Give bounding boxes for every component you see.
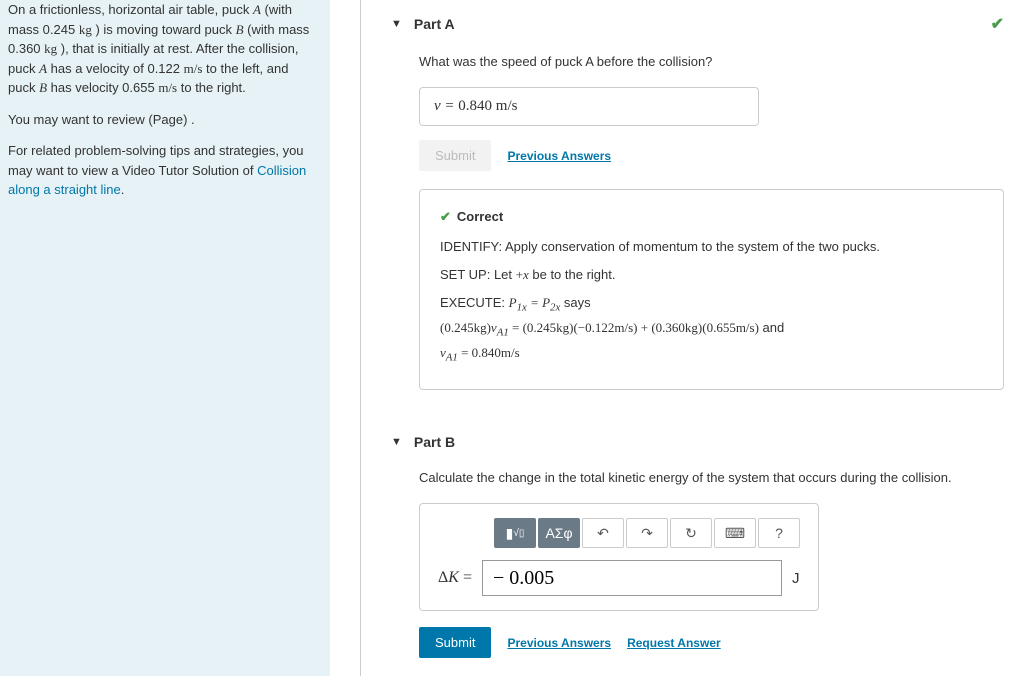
greek-button[interactable]: ΑΣφ: [538, 518, 580, 548]
part-a-answer-display: v = 0.840 m/s: [419, 87, 759, 126]
math-toolbar: ▮√▯ ΑΣφ ↶ ↷ ↻ ⌨ ?: [494, 518, 800, 548]
review-hint: You may want to review (Page) .: [8, 110, 318, 130]
check-icon: ✔: [440, 209, 451, 224]
part-a-question: What was the speed of puck A before the …: [419, 54, 1004, 69]
collapse-icon: ▼: [391, 436, 402, 448]
part-a-title: Part A: [414, 16, 991, 32]
vertical-divider: [360, 0, 361, 676]
related-hint: For related problem-solving tips and str…: [8, 141, 318, 200]
part-b-title: Part B: [414, 434, 1004, 450]
keyboard-button[interactable]: ⌨: [714, 518, 756, 548]
reset-button[interactable]: ↻: [670, 518, 712, 548]
submit-button[interactable]: Submit: [419, 627, 491, 658]
execute-text: EXECUTE: P1x = P2x says (0.245kg)vA1 = (…: [440, 292, 983, 367]
setup-text: SET UP: Let +x be to the right.: [440, 264, 983, 286]
part-b-header[interactable]: ▼ Part B: [391, 420, 1004, 464]
delta-k-label: ΔK =: [438, 569, 472, 587]
request-answer-link[interactable]: Request Answer: [627, 636, 721, 650]
feedback-correct: ✔Correct IDENTIFY: Apply conservation of…: [419, 189, 1004, 390]
problem-text: On a frictionless, horizontal air table,…: [8, 0, 318, 98]
part-a-header[interactable]: ▼ Part A ✔: [391, 0, 1004, 48]
previous-answers-link[interactable]: Previous Answers: [507, 636, 611, 650]
template-button[interactable]: ▮√▯: [494, 518, 536, 548]
collapse-icon: ▼: [391, 18, 402, 30]
part-b-question: Calculate the change in the total kineti…: [419, 470, 1004, 485]
answer-input-panel: ▮√▯ ΑΣφ ↶ ↷ ↻ ⌨ ? ΔK = J: [419, 503, 819, 611]
redo-button[interactable]: ↷: [626, 518, 668, 548]
undo-button[interactable]: ↶: [582, 518, 624, 548]
previous-answers-link[interactable]: Previous Answers: [507, 149, 611, 163]
submit-button-disabled: Submit: [419, 140, 491, 171]
answer-input[interactable]: [482, 560, 782, 596]
check-icon: ✔: [991, 14, 1004, 34]
help-button[interactable]: ?: [758, 518, 800, 548]
identify-text: IDENTIFY: Apply conservation of momentum…: [440, 236, 983, 258]
problem-statement: On a frictionless, horizontal air table,…: [0, 0, 330, 676]
unit-label: J: [792, 570, 800, 587]
